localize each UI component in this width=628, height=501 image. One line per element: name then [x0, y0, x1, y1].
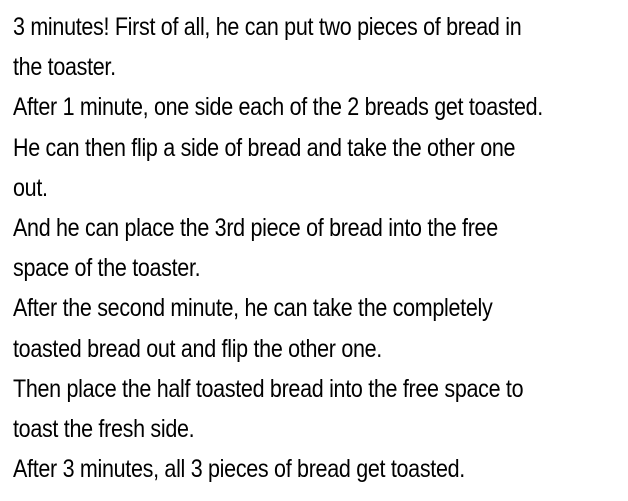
text-line: After the second minute, he can take the…: [13, 294, 493, 323]
text-line: After 3 minutes, all 3 pieces of bread g…: [13, 455, 465, 484]
text-line: He can then flip a side of bread and tak…: [13, 133, 516, 162]
text-line: 3 minutes! First of all, he can put two …: [13, 13, 522, 41]
answer-text-block: 3 minutes! First of all, he can put two …: [13, 7, 625, 489]
text-line: toast the fresh side.: [13, 415, 195, 444]
text-line: space of the toaster.: [13, 254, 201, 283]
text-line: toasted bread out and flip the other one…: [13, 334, 382, 363]
text-line: And he can place the 3rd piece of bread …: [13, 214, 498, 243]
text-line: Then place the half toasted bread into t…: [13, 374, 524, 403]
text-line: out.: [13, 173, 48, 202]
text-line: After 1 minute, one side each of the 2 b…: [13, 93, 543, 122]
text-line: the toaster.: [13, 53, 116, 82]
